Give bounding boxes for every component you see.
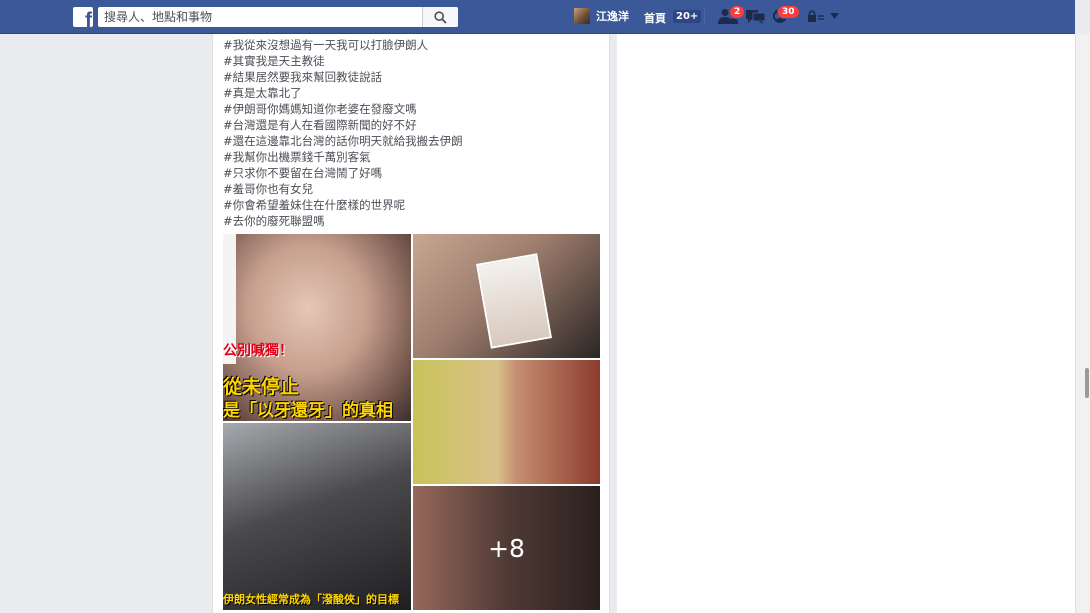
photo-grid: 公別喊獨！ 從未停止 是「以牙還牙」的真相 伊朗女性經常成為「潑酸俠」的目標 +… <box>223 234 600 610</box>
hashtag-line[interactable]: #結果居然要我來幫回教徒說話 <box>223 69 463 85</box>
photo-caption: 是「以牙還牙」的真相 <box>223 401 393 421</box>
photo-caption: 伊朗女性經常成為「潑酸俠」的目標 <box>223 593 399 606</box>
chevron-down-icon <box>830 13 839 19</box>
post-photo-2[interactable] <box>413 234 600 358</box>
scrollbar-thumb[interactable] <box>1085 368 1089 398</box>
hashtag-line[interactable]: #真是太靠北了 <box>223 85 463 101</box>
post-photo-3[interactable]: 伊朗女性經常成為「潑酸俠」的目標 <box>223 423 411 610</box>
home-link[interactable]: 首頁 <box>644 10 666 26</box>
post-text: #我從來沒想過有一天我可以打臉伊朗人 #其實我是天主教徒 #結果居然要我來幫回教… <box>223 37 463 229</box>
notifications-button[interactable]: 30 <box>772 5 800 26</box>
hashtag-line[interactable]: #你會希望羞妹住在什麼樣的世界呢 <box>223 197 463 213</box>
hashtag-line[interactable]: #其實我是天主教徒 <box>223 53 463 69</box>
hashtag-line[interactable]: #台灣還是有人在看國際新聞的好不好 <box>223 117 463 133</box>
friend-requests-button[interactable]: 2 <box>718 5 746 26</box>
facebook-logo-icon[interactable]: f <box>73 7 93 27</box>
hashtag-line[interactable]: #只求你不要留在台灣鬧了好嗎 <box>223 165 463 181</box>
hashtag-line[interactable]: #羞哥你也有女兒 <box>223 181 463 197</box>
home-count-badge: 20+ <box>673 10 702 23</box>
notifications-badge: 30 <box>777 5 800 19</box>
avatar <box>574 8 590 24</box>
nav-divider <box>704 9 705 25</box>
logo-letter: f <box>85 9 92 27</box>
page-scrollbar[interactable] <box>1075 34 1090 613</box>
post-card: #我從來沒想過有一天我可以打臉伊朗人 #其實我是天主教徒 #結果居然要我來幫回教… <box>212 34 610 613</box>
lock-icon <box>808 10 824 22</box>
friend-requests-badge: 2 <box>729 5 746 19</box>
post-photo-4[interactable] <box>413 360 600 484</box>
hashtag-line[interactable]: #還在這邊靠北台灣的話你明天就給我搬去伊朗 <box>223 133 463 149</box>
hashtag-line[interactable]: #伊朗哥你媽媽知道你老婆在發廢文嗎 <box>223 101 463 117</box>
top-navigation-bar: f 江逸洋 首頁 20+ 2 <box>0 0 1075 34</box>
hashtag-line[interactable]: #去你的廢死聯盟嗎 <box>223 213 463 229</box>
user-name: 江逸洋 <box>596 10 629 23</box>
held-portrait-photo <box>476 253 552 349</box>
search-button[interactable] <box>422 7 458 27</box>
privacy-shortcuts-button[interactable] <box>808 10 839 22</box>
right-column <box>617 34 1075 613</box>
more-photos-overlay[interactable]: +8 <box>413 486 600 610</box>
search-box <box>98 7 458 27</box>
post-photo-1[interactable]: 公別喊獨！ 從未停止 是「以牙還牙」的真相 <box>223 234 411 421</box>
post-photo-5[interactable]: +8 <box>413 486 600 610</box>
search-icon <box>434 10 447 24</box>
photo-caption: 公別喊獨！ <box>223 343 293 359</box>
messages-button[interactable] <box>746 8 768 26</box>
profile-link[interactable]: 江逸洋 <box>574 8 629 24</box>
hashtag-line[interactable]: #我幫你出機票錢千萬別客氣 <box>223 149 463 165</box>
photo-caption: 從未停止 <box>223 376 300 398</box>
hashtag-line[interactable]: #我從來沒想過有一天我可以打臉伊朗人 <box>223 37 463 53</box>
search-input[interactable] <box>98 7 422 27</box>
messages-icon <box>746 10 766 24</box>
